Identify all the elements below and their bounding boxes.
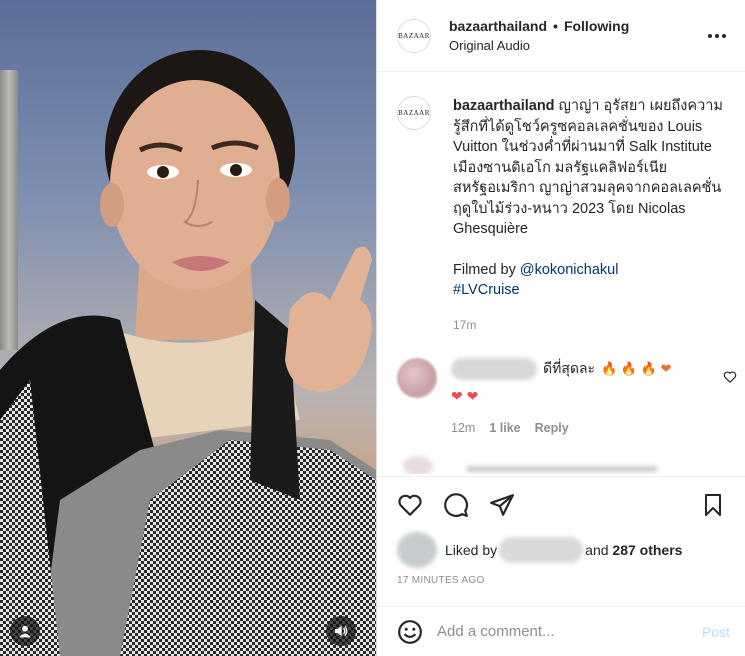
comment-text: ดีที่สุดละ [543,360,596,376]
more-horizontal-icon [708,33,726,38]
video-frame-person [0,50,376,656]
caption-avatar[interactable]: BAZAAR [397,96,431,130]
comment-likes-count[interactable]: 1 like [489,421,520,435]
commenter-avatar[interactable] [397,358,437,398]
liker-avatar-blurred[interactable] [397,532,437,568]
filmed-by-mention[interactable]: @kokonichakul [520,262,619,278]
next-comment-text-blurred [467,466,657,472]
hashtag-link[interactable]: #LVCruise [453,280,735,301]
send-icon [490,493,514,516]
following-button[interactable]: Following [564,18,629,34]
filmed-by-prefix: Filmed by [453,261,520,278]
caption-time[interactable]: 17m [453,315,735,336]
comment-icon [444,492,468,517]
user-icon [19,625,31,638]
filmed-by-line: Filmed by @kokonichakul [453,260,735,281]
others-count-link[interactable]: 287 others [612,542,682,558]
comment-body: ดีที่สุดละ 🔥 🔥 🔥 ❤ ❤ ❤ 12m 1 like Reply [451,358,737,435]
mute-button[interactable] [326,616,356,646]
post-video[interactable] [0,0,376,656]
add-comment-bar: Post [377,606,745,656]
comment-emojis-second-line: ❤ ❤ [451,388,479,404]
share-button[interactable] [489,492,515,518]
post-side-panel: BAZAAR bazaarthailand • Following Origin… [376,0,745,656]
header-text: bazaarthailand • Following Original Audi… [449,18,705,53]
action-bar [377,476,745,532]
header-separator: • [553,18,558,34]
save-button[interactable] [700,492,726,518]
like-button[interactable] [397,492,423,518]
caption-text: ญาญ่า อุรัสยา เผยถึงความรู้สึกที่ได้ดูโช… [453,98,723,237]
post-caption: BAZAAR bazaarthailand ญาญ่า อุรัสยา เผยถึ… [397,96,737,335]
instagram-post: BAZAAR bazaarthailand • Following Origin… [0,0,745,656]
post-header: BAZAAR bazaarthailand • Following Origin… [377,0,745,72]
comment-reply-button[interactable]: Reply [535,421,569,435]
comment-input[interactable] [437,623,702,640]
bookmark-icon [705,493,721,516]
next-comment-partial [397,452,737,474]
comment-meta: 12m 1 like Reply [451,421,737,435]
speaker-icon [335,625,348,637]
liker-name-blurred[interactable] [499,537,584,563]
comment-like-button[interactable] [723,370,737,387]
header-username[interactable]: bazaarthailand [449,18,547,34]
comment-item: ดีที่สุดละ 🔥 🔥 🔥 ❤ ❤ ❤ 12m 1 like Reply [397,358,737,435]
likes-summary: Liked by and 287 others [397,532,682,568]
post-comment-button[interactable]: Post [702,624,730,640]
liked-by-prefix: Liked by [445,542,498,558]
next-comment-avatar-blurred [403,456,433,474]
comment-line: ดีที่สุดละ 🔥 🔥 🔥 ❤ [451,358,737,380]
liked-by-and: and [585,542,609,558]
caption-username[interactable]: bazaarthailand [453,98,555,114]
header-top-row: bazaarthailand • Following [449,18,705,34]
user-tag-button[interactable] [10,616,40,646]
comment-button[interactable] [443,492,469,518]
commenter-name-blurred[interactable] [451,358,537,380]
smiley-icon[interactable] [397,619,423,645]
caption-body: bazaarthailand ญาญ่า อุรัสยา เผยถึงความรู… [453,96,735,335]
more-options-button[interactable] [705,24,729,48]
post-timestamp[interactable]: 17 MINUTES AGO [397,575,485,586]
original-audio-link[interactable]: Original Audio [449,38,705,53]
heart-outline-icon [398,494,422,516]
profile-avatar[interactable]: BAZAAR [397,18,431,53]
comment-emojis: 🔥 🔥 🔥 ❤ [601,361,672,376]
comment-time[interactable]: 12m [451,421,475,435]
heart-outline-icon [723,371,737,384]
